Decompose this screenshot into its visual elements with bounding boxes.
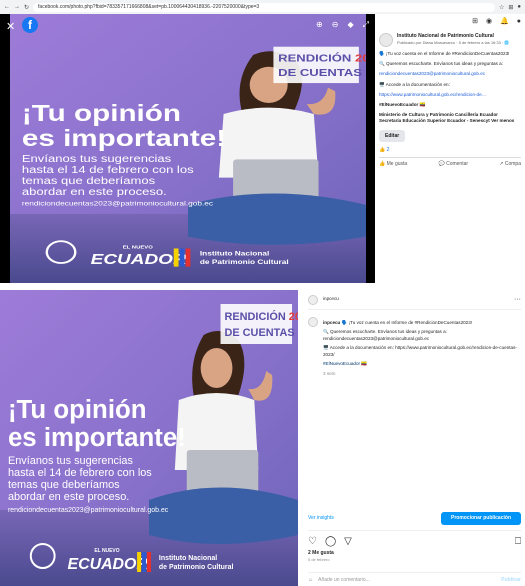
caption-line-2: 🔍 Queremos escucharte. Envíanos tus idea… bbox=[379, 61, 503, 67]
bookmark-icon[interactable]: ⎕ bbox=[515, 535, 521, 549]
svg-text:abordar en este proceso.: abordar en este proceso. bbox=[8, 491, 129, 503]
svg-text:RENDICIÓN 20: RENDICIÓN 20 bbox=[278, 53, 366, 64]
header-icons: ⊞ ◉ 🔔 ● bbox=[379, 14, 521, 30]
svg-text:hasta el 14 de febrero con los: hasta el 14 de febrero con los bbox=[8, 467, 152, 479]
hashtag[interactable]: #ElNuevoEcuador 🇪🇨 bbox=[379, 102, 521, 108]
comment-input[interactable]: Añade un comentario... bbox=[318, 577, 370, 584]
post-meta: Publicado por Diana Marcavarco · 5 de fe… bbox=[397, 39, 510, 45]
comment-button[interactable]: 💬 Comentar bbox=[438, 161, 468, 168]
caption-line-1: inpcecu 🗣️ ¡Tu voz cuenta en el Informe … bbox=[323, 320, 473, 325]
svg-text:EL NUEVO: EL NUEVO bbox=[94, 548, 119, 554]
svg-text:DE CUENTAS 23: DE CUENTAS 23 bbox=[278, 67, 366, 78]
facebook-logo[interactable]: f bbox=[22, 17, 38, 33]
caption-line-2: 🔍 Queremos escucharte. Envíanos tus idea… bbox=[323, 329, 447, 341]
page-name[interactable]: Instituto Nacional de Patrimonio Cultura… bbox=[397, 33, 509, 40]
poster-headline-1: ¡Tu opinión bbox=[8, 396, 147, 424]
post-sidebar: inpcecu ··· inpcecu 🗣️ ¡Tu voz cuenta en… bbox=[304, 290, 525, 586]
comment-icon[interactable]: ◯ bbox=[325, 535, 336, 549]
insights-row: Ver insights Promocionar publicación bbox=[308, 512, 521, 525]
menu-grid-icon[interactable]: ⊞ bbox=[472, 17, 478, 26]
caption-line-3: 🖥️ Accede a la documentación en: https:/… bbox=[323, 345, 517, 357]
svg-text:RENDICIÓN 20: RENDICIÓN 20 bbox=[224, 310, 298, 323]
poster-headline-1: ¡Tu opinión bbox=[22, 101, 181, 127]
caption: inpcecu 🗣️ ¡Tu voz cuenta en el Informe … bbox=[308, 317, 521, 377]
email-link[interactable]: rendiciondecuentas2023@patrimoniocultura… bbox=[379, 71, 521, 77]
photo-tools: ⊕ ⊖ ◆ ⤢ bbox=[316, 20, 369, 30]
emoji-icon[interactable]: ☺ bbox=[308, 577, 313, 584]
account-name[interactable]: inpcecu bbox=[323, 296, 339, 302]
like-count[interactable]: 2 Me gusta bbox=[308, 550, 334, 557]
svg-text:Instituto Nacional: Instituto Nacional bbox=[200, 250, 269, 258]
caption-line-3: 🖥️ Accede a la documentación en: bbox=[379, 81, 450, 87]
svg-text:rendiciondecuentas2023@patrimo: rendiciondecuentas2023@patrimoniocultura… bbox=[8, 507, 169, 514]
publish-button[interactable]: Publicar bbox=[501, 577, 521, 584]
like-button[interactable]: 👍 Me gusta bbox=[379, 161, 407, 168]
more-options-icon[interactable]: ··· bbox=[514, 295, 521, 305]
svg-text:abordar en este proceso.: abordar en este proceso. bbox=[22, 186, 167, 197]
avatar[interactable] bbox=[308, 294, 318, 305]
caption-line-1: 🗣️ ¡Tu voz cuenta en el Informe de #Rend… bbox=[379, 51, 510, 56]
svg-text:Instituto Nacional: Instituto Nacional bbox=[159, 555, 217, 562]
post-actions: ♡ ◯ ▽ ⎕ bbox=[308, 530, 521, 549]
zoom-out-icon[interactable]: ⊖ bbox=[332, 20, 339, 30]
star-icon[interactable]: ☆ bbox=[499, 4, 504, 11]
instagram-screenshot: RENDICIÓN 20 DE CUENTAS 23 ¡Tu opinión e… bbox=[0, 290, 525, 586]
promote-button[interactable]: Promocionar publicación bbox=[440, 512, 521, 525]
reload-icon[interactable]: ↻ bbox=[24, 4, 29, 11]
svg-text:de Patrimonio Cultural: de Patrimonio Cultural bbox=[200, 258, 289, 266]
post-actions: 👍 Me gusta 💬 Comentar ↗ Compa bbox=[379, 161, 521, 168]
profile-icon[interactable]: ● bbox=[517, 4, 521, 10]
zoom-in-icon[interactable]: ⊕ bbox=[316, 20, 323, 30]
svg-text:temas que deberíamos: temas que deberíamos bbox=[22, 175, 156, 186]
photo-viewer: ✕ f ⊕ ⊖ ◆ ⤢ RENDICIÓN 2 DE CUENTAS ¡Tu o… bbox=[0, 14, 375, 283]
forward-icon[interactable]: → bbox=[14, 4, 20, 10]
caption-avatar[interactable] bbox=[308, 317, 318, 327]
extensions-icon[interactable]: ⊞ bbox=[508, 4, 513, 11]
poster-headline-2: es importante! bbox=[8, 424, 186, 452]
poster-image: RENDICIÓN 20 DE CUENTAS 23 ¡Tu opinión e… bbox=[10, 14, 366, 283]
edit-button[interactable]: Editar bbox=[379, 129, 406, 143]
svg-text:EL NUEVO: EL NUEVO bbox=[123, 245, 153, 250]
insights-link[interactable]: Ver insights bbox=[308, 515, 334, 522]
share-button[interactable]: ↗ Compa bbox=[499, 161, 521, 168]
post-age: 3 sem bbox=[323, 370, 336, 376]
avatar[interactable] bbox=[379, 33, 393, 47]
svg-text:Envíanos tus sugerencias: Envíanos tus sugerencias bbox=[8, 455, 134, 467]
heart-icon[interactable]: ♡ bbox=[308, 535, 317, 549]
fullscreen-icon[interactable]: ⤢ bbox=[363, 20, 369, 30]
hashtag[interactable]: #ElNuevoEcuador 🇪🇨 bbox=[323, 361, 521, 367]
svg-text:hasta el 14 de febrero con los: hasta el 14 de febrero con los bbox=[22, 164, 194, 175]
post-header: Instituto Nacional de Patrimonio Cultura… bbox=[379, 33, 521, 47]
close-icon[interactable]: ✕ bbox=[6, 20, 15, 33]
svg-text:ECUADOR: ECUADOR bbox=[68, 556, 149, 573]
svg-text:Envíanos tus sugerencias: Envíanos tus sugerencias bbox=[22, 154, 171, 165]
post-sidebar: ⊞ ◉ 🔔 ● Instituto Nacional de Patrimonio… bbox=[375, 14, 525, 283]
comment-bar: ☺ Añade un comentario... Publicar bbox=[308, 572, 521, 584]
svg-text:temas que deberíamos: temas que deberíamos bbox=[8, 479, 120, 491]
poster-image: RENDICIÓN 20 DE CUENTAS 23 ¡Tu opinión e… bbox=[0, 290, 298, 586]
poster: RENDICIÓN 20 DE CUENTAS 23 ¡Tu opinión e… bbox=[10, 14, 366, 283]
notifications-icon[interactable]: 🔔 bbox=[500, 17, 509, 26]
svg-text:ECUADOR: ECUADOR bbox=[91, 251, 188, 267]
reaction-count[interactable]: 👍 2 bbox=[379, 147, 521, 158]
post-date: 5 de febrero bbox=[308, 557, 330, 562]
share-icon[interactable]: ▽ bbox=[344, 535, 352, 549]
messenger-icon[interactable]: ◉ bbox=[486, 17, 492, 26]
browser-toolbar: ← → ↻ facebook.com/photo.php?fbid=783357… bbox=[0, 0, 525, 14]
account-icon[interactable]: ● bbox=[517, 17, 521, 26]
tag-icon[interactable]: ◆ bbox=[347, 20, 353, 30]
poster-headline-2: es importante! bbox=[22, 125, 226, 151]
facebook-screenshot: ← → ↻ facebook.com/photo.php?fbid=783357… bbox=[0, 0, 525, 283]
poster: RENDICIÓN 20 DE CUENTAS 23 ¡Tu opinión e… bbox=[0, 290, 298, 586]
svg-text:DE CUENTAS 23: DE CUENTAS 23 bbox=[224, 327, 298, 339]
svg-text:rendiciondecuentas2023@patrimo: rendiciondecuentas2023@patrimoniocultura… bbox=[22, 200, 214, 208]
docs-link[interactable]: https://www.patrimoniocultural.gob.ec/re… bbox=[379, 92, 521, 98]
back-icon[interactable]: ← bbox=[4, 4, 10, 10]
svg-text:de Patrimonio Cultural: de Patrimonio Cultural bbox=[159, 564, 234, 571]
address-bar[interactable]: facebook.com/photo.php?fbid=783357171666… bbox=[33, 2, 495, 12]
tagged-pages[interactable]: Ministerio de Cultura y Patrimonio Canci… bbox=[379, 112, 521, 124]
post-header: inpcecu ··· bbox=[308, 290, 521, 310]
